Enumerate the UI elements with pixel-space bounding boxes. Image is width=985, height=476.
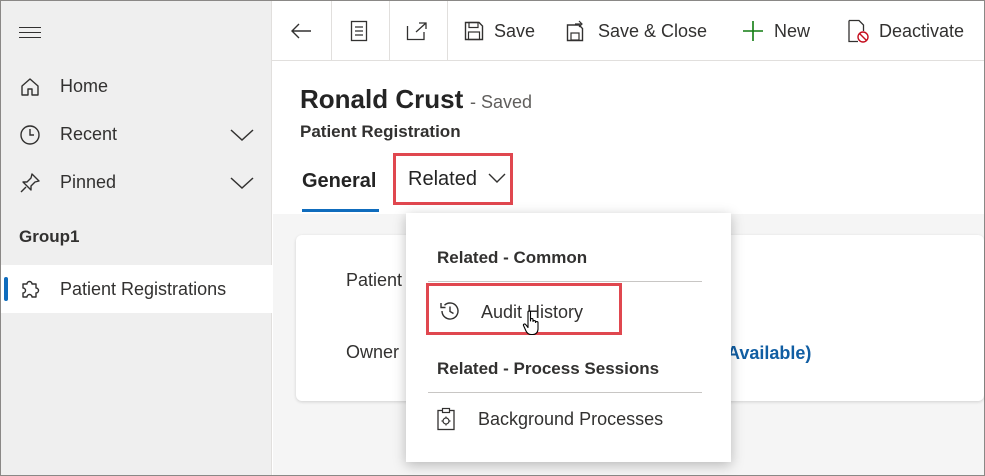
back-arrow-icon — [291, 23, 311, 39]
divider — [331, 1, 332, 61]
command-bar: Save Save & Close New Deactivate — [272, 1, 984, 61]
save-and-close-button[interactable]: Save & Close — [566, 1, 707, 61]
hamburger-menu-icon[interactable] — [19, 27, 41, 41]
menu-section-header: Related - Common — [437, 248, 588, 267]
home-icon — [21, 78, 39, 96]
new-button[interactable]: New — [742, 1, 810, 61]
record-title: Ronald Crust — [300, 84, 464, 114]
divider — [428, 281, 702, 282]
history-icon — [440, 302, 459, 320]
open-in-new-window-icon — [406, 22, 427, 41]
active-tab-indicator — [302, 209, 379, 212]
sidebar-item-home[interactable]: Home — [1, 67, 272, 107]
field-label-patient: Patient — [346, 270, 403, 290]
plus-icon — [743, 21, 763, 41]
chevron-down-icon[interactable] — [229, 173, 255, 193]
chevron-down-icon — [488, 173, 506, 183]
sidebar-item-label: Patient Registrations — [60, 279, 227, 299]
field-label-owner: Owner — [346, 342, 400, 362]
sidebar-item-patient-registrations[interactable]: Patient Registrations — [1, 265, 272, 313]
back-button[interactable] — [290, 1, 312, 61]
menu-item-label: Background Processes — [478, 409, 664, 429]
save-and-close-icon — [566, 20, 584, 42]
tab-related[interactable]: Related — [393, 153, 513, 205]
save-icon — [464, 21, 484, 41]
menu-section-header: Related - Process Sessions — [437, 359, 660, 378]
related-dropdown-menu: Related - Common Audit History Related -… — [406, 213, 731, 462]
save-button[interactable]: Save — [464, 1, 535, 61]
sidebar-item-label: Home — [60, 76, 109, 96]
chevron-down-icon[interactable] — [229, 125, 255, 145]
save-and-close-label: Save & Close — [598, 20, 708, 41]
sidebar-item-recent[interactable]: Recent — [1, 115, 272, 155]
clipboard-gear-icon — [437, 407, 455, 431]
divider — [447, 1, 448, 61]
document-icon — [350, 20, 368, 42]
menu-item-background-processes[interactable]: Background Processes — [426, 393, 716, 445]
new-label: New — [774, 20, 811, 41]
pop-out-button[interactable] — [406, 1, 428, 61]
deactivate-label: Deactivate — [879, 20, 965, 41]
owner-value-link[interactable]: Available) — [727, 343, 811, 364]
active-indicator — [4, 277, 8, 301]
form-view-button[interactable] — [350, 1, 368, 61]
entity-name: Patient Registration — [300, 122, 461, 141]
sidebar-item-label: Recent — [60, 124, 118, 144]
sidebar-item-label: Pinned — [60, 172, 117, 192]
tab-general[interactable]: General — [302, 170, 376, 193]
save-label: Save — [494, 20, 536, 41]
puzzle-icon — [22, 280, 40, 298]
sidebar-group-label: Group1 — [19, 227, 80, 246]
divider — [389, 1, 390, 61]
save-status: - Saved — [470, 92, 533, 112]
deactivate-icon — [848, 19, 869, 43]
deactivate-button[interactable]: Deactivate — [847, 1, 964, 61]
sidebar: Home Recent Pinned Group1 Patient Regist… — [1, 1, 272, 475]
clock-icon — [20, 125, 40, 145]
tab-related-label: Related — [408, 167, 477, 190]
sidebar-item-pinned[interactable]: Pinned — [1, 163, 272, 203]
hand-pointer-cursor-icon — [522, 310, 539, 336]
pin-icon — [20, 173, 40, 193]
